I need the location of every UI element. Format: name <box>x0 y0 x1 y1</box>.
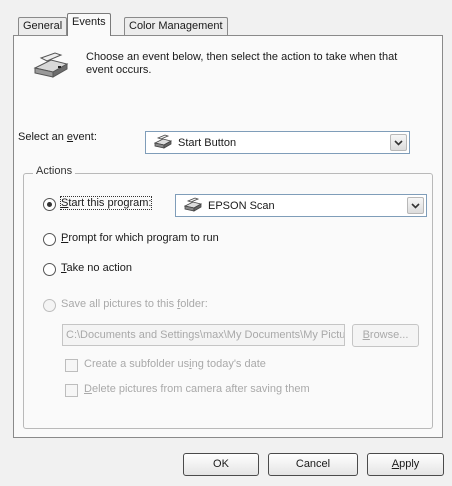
subfolder-suffix: ng today's date <box>191 358 266 370</box>
description-line-1: Choose an event below, then select the a… <box>86 51 398 63</box>
tab-color-management[interactable]: Color Management <box>124 17 228 35</box>
event-select[interactable]: Start Button <box>145 131 410 154</box>
prompt-program-label[interactable]: Prompt for which program to run <box>61 232 219 244</box>
prompt-program-radio[interactable] <box>43 233 56 246</box>
program-select[interactable]: EPSON Scan <box>175 194 427 217</box>
no-action-rest: ake no action <box>66 262 132 274</box>
tab-events[interactable]: Events <box>67 13 111 36</box>
select-event-label-prefix: Select an <box>18 131 67 143</box>
ok-button[interactable]: OK <box>183 453 259 476</box>
tab-events-label: Events <box>72 16 106 28</box>
no-action-radio[interactable] <box>43 263 56 276</box>
select-event-label-suffix: vent: <box>73 131 97 143</box>
tab-general[interactable]: General <box>18 17 68 35</box>
chevron-down-icon[interactable] <box>407 197 424 214</box>
save-pictures-suffix: older: <box>180 298 208 310</box>
select-event-label: Select an event: <box>18 131 97 143</box>
chevron-down-icon[interactable] <box>390 134 407 151</box>
tab-color-management-label: Color Management <box>129 20 223 32</box>
scanner-icon <box>31 50 71 82</box>
program-icon <box>183 197 203 215</box>
save-pictures-label[interactable]: Save all pictures to this folder: <box>61 298 208 310</box>
subfolder-label[interactable]: Create a subfolder using today's date <box>84 358 266 370</box>
delete-after-suffix: elete pictures from camera after saving … <box>91 383 310 395</box>
tab-general-label: General <box>23 20 63 32</box>
browse-button[interactable]: Browse... <box>352 324 419 347</box>
start-program-radio[interactable] <box>43 198 56 211</box>
description-line-2: event occurs. <box>86 64 152 76</box>
no-action-label[interactable]: Take no action <box>61 262 132 274</box>
save-pictures-radio[interactable] <box>43 299 56 312</box>
subfolder-prefix: Create a subfolder us <box>84 358 190 370</box>
delete-after-accel: D <box>84 383 92 395</box>
delete-after-checkbox[interactable] <box>65 384 78 397</box>
actions-legend: Actions <box>33 165 76 177</box>
event-selected-value: Start Button <box>178 136 237 149</box>
event-icon <box>153 134 173 152</box>
browse-accel: B <box>362 329 370 341</box>
apply-button[interactable]: Apply <box>367 453 444 476</box>
apply-accel: A <box>391 458 400 470</box>
save-pictures-prefix: Save all pictures to this <box>61 298 178 310</box>
apply-rest: pply <box>399 458 420 470</box>
start-program-label[interactable]: Start this program: <box>59 196 153 210</box>
subfolder-checkbox[interactable] <box>65 359 78 372</box>
prompt-program-rest: rompt for which program to run <box>68 232 219 244</box>
folder-path-field[interactable]: C:\Documents and Settings\max\My Documen… <box>62 324 345 346</box>
program-selected-value: EPSON Scan <box>208 199 275 212</box>
delete-after-label[interactable]: Delete pictures from camera after saving… <box>84 383 310 395</box>
cancel-button[interactable]: Cancel <box>268 453 358 476</box>
browse-rest: rowse... <box>369 329 409 341</box>
start-program-rest: tart this program: <box>68 197 152 209</box>
